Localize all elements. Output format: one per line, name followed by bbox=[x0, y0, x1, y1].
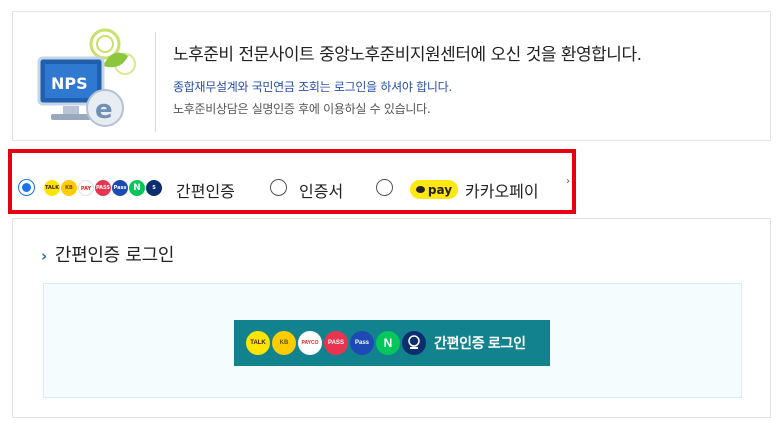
shinhan-icon: S bbox=[146, 180, 162, 196]
auth-notice: 노후준비상담은 실명인증 후에 이용하실 수 있습니다. bbox=[173, 102, 431, 116]
auth-method-selector: TALK KB PAY PASS Pass N S 간편인증 인증서 pay 카… bbox=[8, 149, 576, 214]
simple-auth-login-panel: › 간편인증 로그인 TALK KB PAYCO PASS Pass N 간편인증… bbox=[12, 218, 771, 418]
panel-title: › 간편인증 로그인 bbox=[41, 241, 174, 267]
welcome-title: 노후준비 전문사이트 중앙노후준비지원센터에 오신 것을 환영합니다. bbox=[173, 45, 642, 65]
shinhan-icon bbox=[402, 331, 426, 355]
simple-auth-login-button[interactable]: TALK KB PAYCO PASS Pass N 간편인증 로그인 bbox=[234, 320, 550, 366]
login-required-notice: 종합재무설계와 국민연금 조회는 로그인을 하셔야 합니다. bbox=[173, 80, 452, 94]
nps-logo-icon: NPS e bbox=[33, 26, 143, 130]
kakao-icon: TALK bbox=[44, 180, 60, 196]
option-kakaopay-label[interactable]: 카카오페이 bbox=[465, 178, 539, 202]
login-button-label: 간편인증 로그인 bbox=[434, 335, 526, 351]
radio-certificate[interactable] bbox=[270, 179, 287, 196]
radio-kakaopay[interactable] bbox=[376, 179, 393, 196]
naver-icon: N bbox=[129, 180, 145, 196]
pass-icon: PASS bbox=[95, 180, 111, 196]
divider bbox=[155, 32, 156, 132]
radio-simple-auth[interactable] bbox=[18, 179, 35, 196]
kakao-icon: TALK bbox=[246, 331, 270, 355]
scroll-right-chevron-icon[interactable]: › bbox=[566, 176, 570, 187]
samsung-pass-icon: Pass bbox=[112, 180, 128, 196]
svg-text:e: e bbox=[95, 95, 113, 125]
option-certificate-label[interactable]: 인증서 bbox=[299, 178, 343, 202]
samsung-pass-icon: Pass bbox=[350, 331, 374, 355]
kb-icon: KB bbox=[272, 331, 296, 355]
login-button-area: TALK KB PAYCO PASS Pass N 간편인증 로그인 bbox=[43, 283, 742, 398]
payco-icon: PAY bbox=[78, 180, 94, 196]
naver-icon: N bbox=[376, 331, 400, 355]
chat-bubble-icon bbox=[415, 186, 425, 193]
panel-title-text: 간편인증 로그인 bbox=[54, 245, 175, 266]
kb-icon: KB bbox=[61, 180, 77, 196]
logo-text: NPS bbox=[51, 74, 88, 93]
pass-icon: PASS bbox=[324, 331, 348, 355]
provider-icons-large: TALK KB PAYCO PASS Pass N bbox=[246, 331, 426, 355]
kakaopay-badge-icon: pay bbox=[410, 180, 458, 199]
chevron-right-icon: › bbox=[41, 247, 47, 265]
kakaopay-badge-text: pay bbox=[427, 182, 453, 197]
option-simple-auth-label[interactable]: 간편인증 bbox=[176, 178, 235, 202]
payco-icon: PAYCO bbox=[298, 331, 322, 355]
welcome-box: NPS e 노후준비 전문사이트 중앙노후준비지원센터에 오신 것을 환영합니다… bbox=[12, 11, 771, 141]
provider-icons: TALK KB PAY PASS Pass N S bbox=[44, 180, 162, 196]
